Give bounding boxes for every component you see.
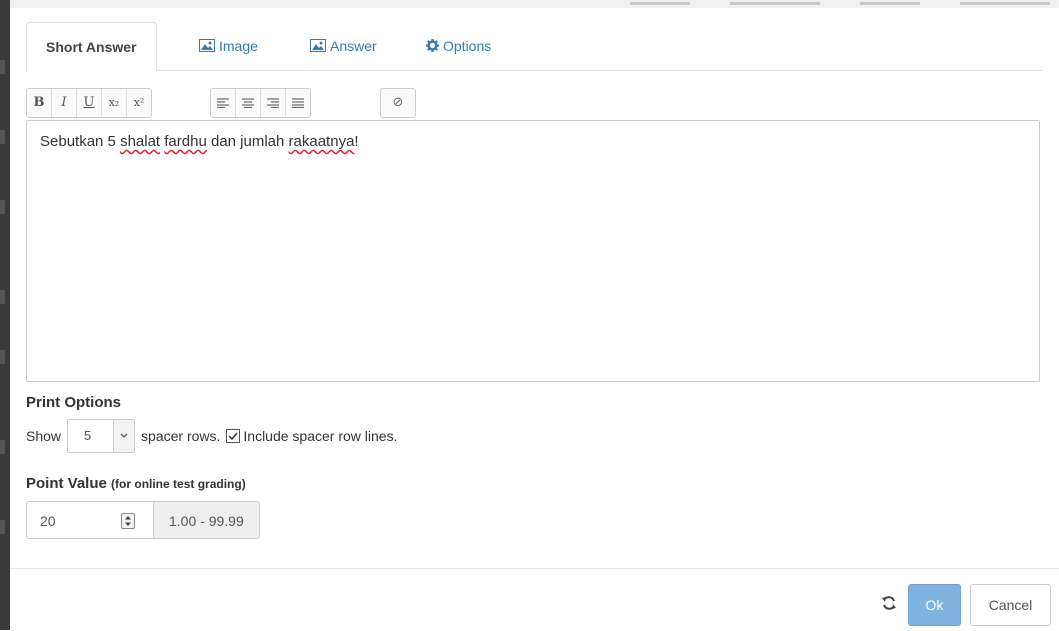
background-page-edge [0, 0, 10, 630]
include-lines-label: Include spacer row lines. [243, 428, 398, 444]
superscript-button[interactable]: x² [127, 89, 151, 117]
tab-image[interactable]: Image [180, 22, 277, 70]
spacer-rows-value: 5 [84, 428, 92, 443]
subscript-button[interactable]: x₂ [102, 89, 127, 117]
question-text-part: Sebutkan 5 [40, 133, 121, 150]
tab-answer-label: Answer [330, 38, 377, 54]
point-value-note: (for online test grading) [111, 477, 246, 491]
tab-image-label: Image [219, 38, 258, 54]
gear-icon [426, 23, 439, 71]
show-label: Show [26, 428, 62, 444]
ok-button[interactable]: Ok [908, 584, 961, 626]
tab-options-label: Options [443, 38, 492, 54]
align-center-icon [242, 97, 254, 108]
spacer-rows-row: Show 5 spacer rows. Include spacer row l… [26, 419, 398, 453]
include-lines-checkbox[interactable] [226, 429, 241, 443]
tab-bar: Short Answer Image Answer Options [26, 22, 1042, 72]
italic-button[interactable]: I [52, 89, 77, 117]
chevron-down-icon [113, 420, 135, 452]
align-left-icon [217, 97, 229, 108]
misspelled-word: fardhu [164, 133, 207, 150]
image-icon [199, 23, 215, 71]
point-value-range: 1.00 - 99.99 [154, 501, 260, 539]
misspelled-word: rakaatnya [288, 133, 355, 150]
modal-footer: Ok Cancel [10, 568, 1059, 631]
tab-options[interactable]: Options [407, 22, 510, 70]
align-left-button[interactable] [211, 89, 236, 117]
tab-answer[interactable]: Answer [291, 22, 396, 70]
point-value-input-group: 20 1.00 - 99.99 [26, 501, 260, 539]
refresh-icon[interactable] [881, 595, 897, 614]
spacer-rows-select[interactable]: 5 [67, 419, 136, 453]
tab-short-answer-label: Short Answer [46, 39, 137, 55]
align-center-button[interactable] [236, 89, 261, 117]
tab-short-answer[interactable]: Short Answer [26, 22, 157, 72]
cancel-button[interactable]: Cancel [970, 584, 1051, 626]
clear-format-group: ⊘ [380, 88, 416, 118]
alignment-group [210, 88, 311, 118]
underline-button[interactable]: U [77, 89, 102, 117]
bold-button[interactable]: B [27, 89, 52, 117]
point-value: 20 [40, 513, 56, 529]
text-style-group: B I U x₂ x² [26, 88, 152, 118]
print-options-heading: Print Options [26, 394, 121, 411]
point-value-title: Point Value [26, 475, 107, 492]
checkmark-icon [228, 432, 238, 441]
spinner-icon[interactable] [121, 513, 135, 529]
question-text-editor[interactable]: Sebutkan 5 shalat fardhu dan jumlah raka… [26, 120, 1040, 382]
question-text: Sebutkan 5 shalat fardhu dan jumlah raka… [40, 133, 359, 150]
point-value-heading: Point Value (for online test grading) [26, 475, 246, 492]
align-right-button[interactable] [261, 89, 286, 117]
align-justify-button[interactable] [286, 89, 310, 117]
spacer-rows-suffix: spacer rows. [141, 428, 221, 444]
clear-format-button[interactable]: ⊘ [381, 89, 415, 117]
misspelled-word: shalat [120, 133, 161, 150]
image-icon [310, 23, 326, 71]
point-value-input[interactable]: 20 [26, 501, 154, 539]
align-justify-icon [292, 97, 304, 108]
question-editor-modal: Short Answer Image Answer Options B I U … [10, 8, 1059, 630]
question-text-part: ! [354, 133, 359, 150]
align-right-icon [267, 97, 279, 108]
question-text-part: dan jumlah [206, 133, 289, 150]
